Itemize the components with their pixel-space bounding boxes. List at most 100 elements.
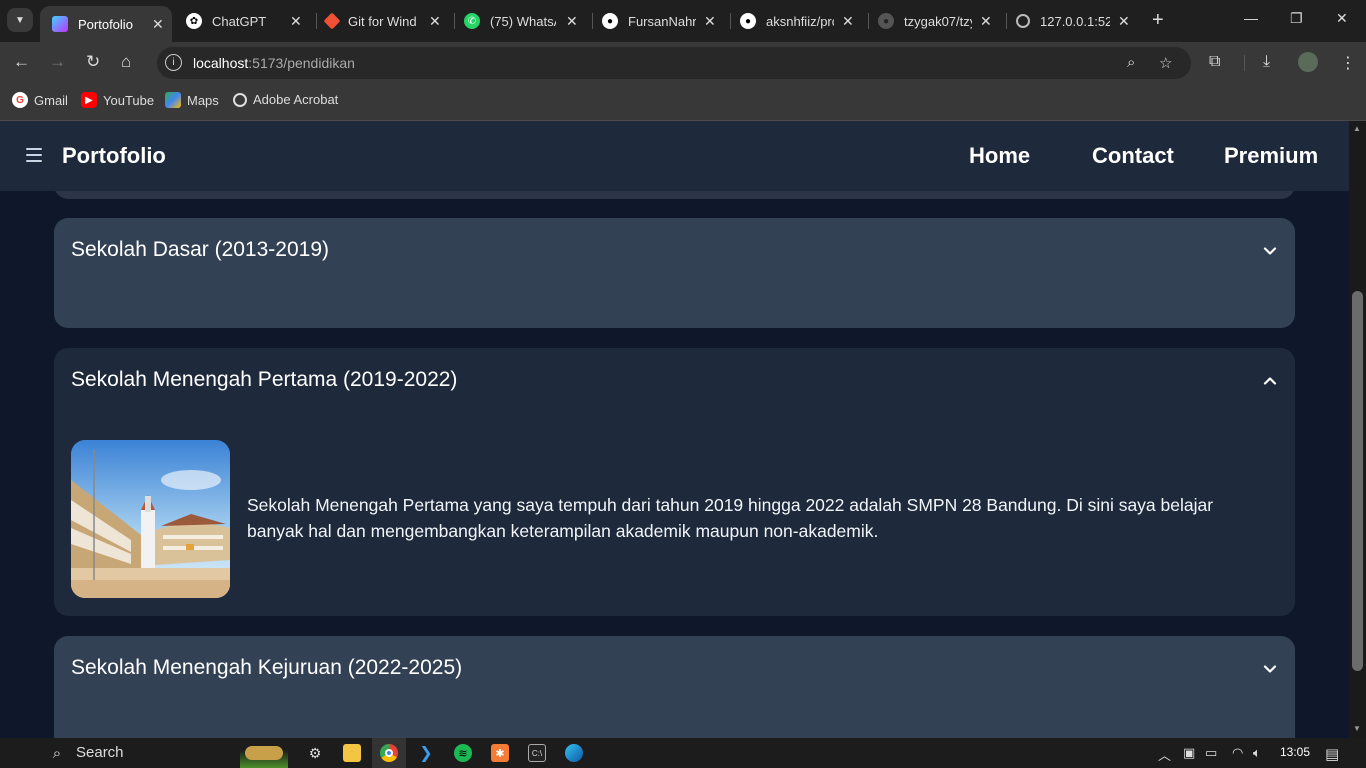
file-explorer-icon[interactable]: [343, 744, 361, 762]
tab-portofolio[interactable]: Portofolio ✕: [40, 6, 172, 42]
whatsapp-icon: ✆: [464, 13, 480, 29]
nav-home-link[interactable]: Home: [969, 143, 1030, 169]
tray-device-icon[interactable]: ▣: [1183, 745, 1195, 761]
site-brand[interactable]: Portofolio: [62, 143, 166, 169]
tab-title: (75) WhatsAp: [490, 13, 556, 29]
maps-icon: [165, 92, 181, 108]
tab-whatsapp[interactable]: ✆ (75) WhatsAp ✕: [464, 0, 584, 42]
youtube-icon: ▶: [81, 92, 97, 108]
close-tab-icon[interactable]: ✕: [429, 13, 441, 30]
xampp-icon[interactable]: ✱: [491, 744, 509, 762]
close-tab-icon[interactable]: ✕: [842, 13, 854, 30]
scroll-down-arrow[interactable]: ▼: [1353, 724, 1361, 733]
nav-premium-link[interactable]: Premium: [1224, 143, 1318, 169]
edge-icon[interactable]: [565, 744, 583, 762]
address-bar[interactable]: i localhost:5173/pendidikan ⌕ ☆: [157, 47, 1191, 79]
taskbar-clock[interactable]: 13:05: [1280, 745, 1310, 759]
page-viewport: Sekolah Dasar (2013-2019) Sekolah Meneng…: [0, 121, 1366, 738]
bookmark-adobe-acrobat[interactable]: Adobe Acrobat: [233, 92, 338, 107]
tab-divider: [592, 13, 593, 29]
vscode-icon[interactable]: ❯: [417, 744, 435, 762]
forward-button[interactable]: →: [49, 52, 66, 72]
tab-divider: [1006, 13, 1007, 29]
taskbar-search-label[interactable]: Search: [76, 744, 124, 761]
tab-title: aksnhfiiz/prc: [766, 13, 834, 29]
close-tab-icon[interactable]: ✕: [566, 13, 578, 30]
bookmark-label: YouTube: [103, 92, 155, 108]
hamburger-menu-icon[interactable]: [26, 148, 42, 162]
tab-divider: [454, 13, 455, 29]
chevron-down-icon[interactable]: [1263, 244, 1277, 258]
chatgpt-icon: ✿: [186, 13, 202, 29]
tab-title: Portofolio: [78, 16, 133, 32]
bookmark-youtube[interactable]: ▶ YouTube: [81, 92, 154, 108]
terminal-icon[interactable]: C:\: [528, 744, 546, 762]
globe-icon: [233, 92, 247, 107]
bookmark-label: Gmail: [34, 92, 68, 108]
battery-icon[interactable]: ▭: [1205, 745, 1217, 761]
notification-icon[interactable]: ▤: [1325, 745, 1339, 763]
settings-gear-icon[interactable]: ⚙: [306, 744, 324, 762]
spotify-icon[interactable]: ≋: [454, 744, 472, 762]
home-button[interactable]: ⌂: [121, 52, 131, 72]
tab-github-tzygak[interactable]: ● tzygak07/tzy ✕: [878, 0, 998, 42]
bookmark-label: Maps: [187, 92, 219, 108]
windows-taskbar: ⌕ Search ⚙ ❯ ≋ ✱ C:\ ︿ ▣ ▭ ◠ 🔈︎ 13:05 ▤: [0, 738, 1366, 768]
github-icon: ●: [602, 13, 618, 29]
github-icon: ●: [878, 13, 894, 29]
bookmark-label: Adobe Acrobat: [253, 92, 339, 107]
education-card-smk[interactable]: Sekolah Menengah Kejuruan (2022-2025): [54, 636, 1295, 738]
tab-github-fursan[interactable]: ● FursanNahr/ ✕: [602, 0, 722, 42]
volume-icon[interactable]: 🔈︎: [1253, 745, 1261, 761]
back-button[interactable]: ←: [13, 52, 30, 72]
scroll-up-arrow[interactable]: ▲: [1353, 124, 1361, 133]
close-tab-icon[interactable]: ✕: [980, 13, 992, 30]
more-menu-icon[interactable]: ⋮: [1340, 53, 1356, 73]
tab-title: tzygak07/tzy: [904, 13, 972, 29]
tab-github-aksnhfiiz[interactable]: ● aksnhfiiz/prc ✕: [740, 0, 860, 42]
close-tab-icon[interactable]: ✕: [704, 13, 716, 30]
windows-start-icon[interactable]: [10, 745, 26, 761]
extensions-icon[interactable]: ⧉: [1209, 53, 1220, 71]
scrollbar-thumb[interactable]: [1352, 291, 1363, 671]
education-card-sd[interactable]: Sekolah Dasar (2013-2019): [54, 218, 1295, 328]
wifi-icon[interactable]: ◠: [1232, 745, 1243, 761]
tab-chatgpt[interactable]: ✿ ChatGPT ✕: [186, 0, 310, 42]
tab-title: Git for Wind: [348, 13, 416, 29]
tab-git[interactable]: Git for Wind ✕: [323, 0, 446, 42]
bookmark-gmail[interactable]: G Gmail: [12, 92, 68, 108]
url-host: localhost: [193, 55, 249, 71]
url-text[interactable]: localhost:5173/pendidikan: [193, 55, 355, 71]
profile-avatar[interactable]: [1298, 52, 1318, 72]
tab-divider: [868, 13, 869, 29]
vite-icon: [52, 16, 68, 32]
zoom-icon[interactable]: ⌕: [1127, 54, 1135, 71]
site-info-icon[interactable]: i: [165, 54, 182, 71]
restore-button[interactable]: ❐: [1290, 10, 1303, 27]
page-scrollbar[interactable]: ▲ ▼: [1349, 121, 1366, 738]
search-icon[interactable]: ⌕: [48, 744, 66, 762]
minimize-button[interactable]: —: [1244, 10, 1258, 26]
new-tab-button[interactable]: +: [1152, 9, 1164, 31]
education-card-smp[interactable]: Sekolah Menengah Pertama (2019-2022) Sek…: [54, 348, 1295, 616]
nav-contact-link[interactable]: Contact: [1092, 143, 1174, 169]
close-tab-icon[interactable]: ✕: [290, 13, 302, 30]
tab-search-button[interactable]: ▼: [7, 8, 33, 32]
tab-title: ChatGPT: [212, 13, 267, 29]
close-tab-icon[interactable]: ✕: [1118, 13, 1130, 30]
bookmark-star-icon[interactable]: ☆: [1159, 54, 1172, 72]
close-tab-icon[interactable]: ✕: [152, 16, 164, 33]
chrome-taskbar-button[interactable]: [372, 738, 406, 768]
tray-overflow-icon[interactable]: ︿: [1158, 745, 1171, 764]
close-window-button[interactable]: ✕: [1336, 10, 1348, 27]
url-path: :5173/pendidikan: [248, 55, 355, 71]
tab-divider: [316, 13, 317, 29]
bookmark-maps[interactable]: Maps: [165, 92, 219, 108]
chevron-down-icon[interactable]: [1263, 662, 1277, 676]
bookmarks-bar: G Gmail ▶ YouTube Maps Adobe Acrobat: [0, 84, 1366, 121]
card-title: Sekolah Menengah Pertama (2019-2022): [71, 368, 458, 391]
reload-button[interactable]: ↻: [86, 52, 100, 72]
download-icon[interactable]: ⤓: [1263, 53, 1270, 71]
chevron-up-icon[interactable]: [1263, 374, 1277, 388]
tab-localhost[interactable]: 127.0.0.1:52 ✕: [1016, 0, 1136, 42]
